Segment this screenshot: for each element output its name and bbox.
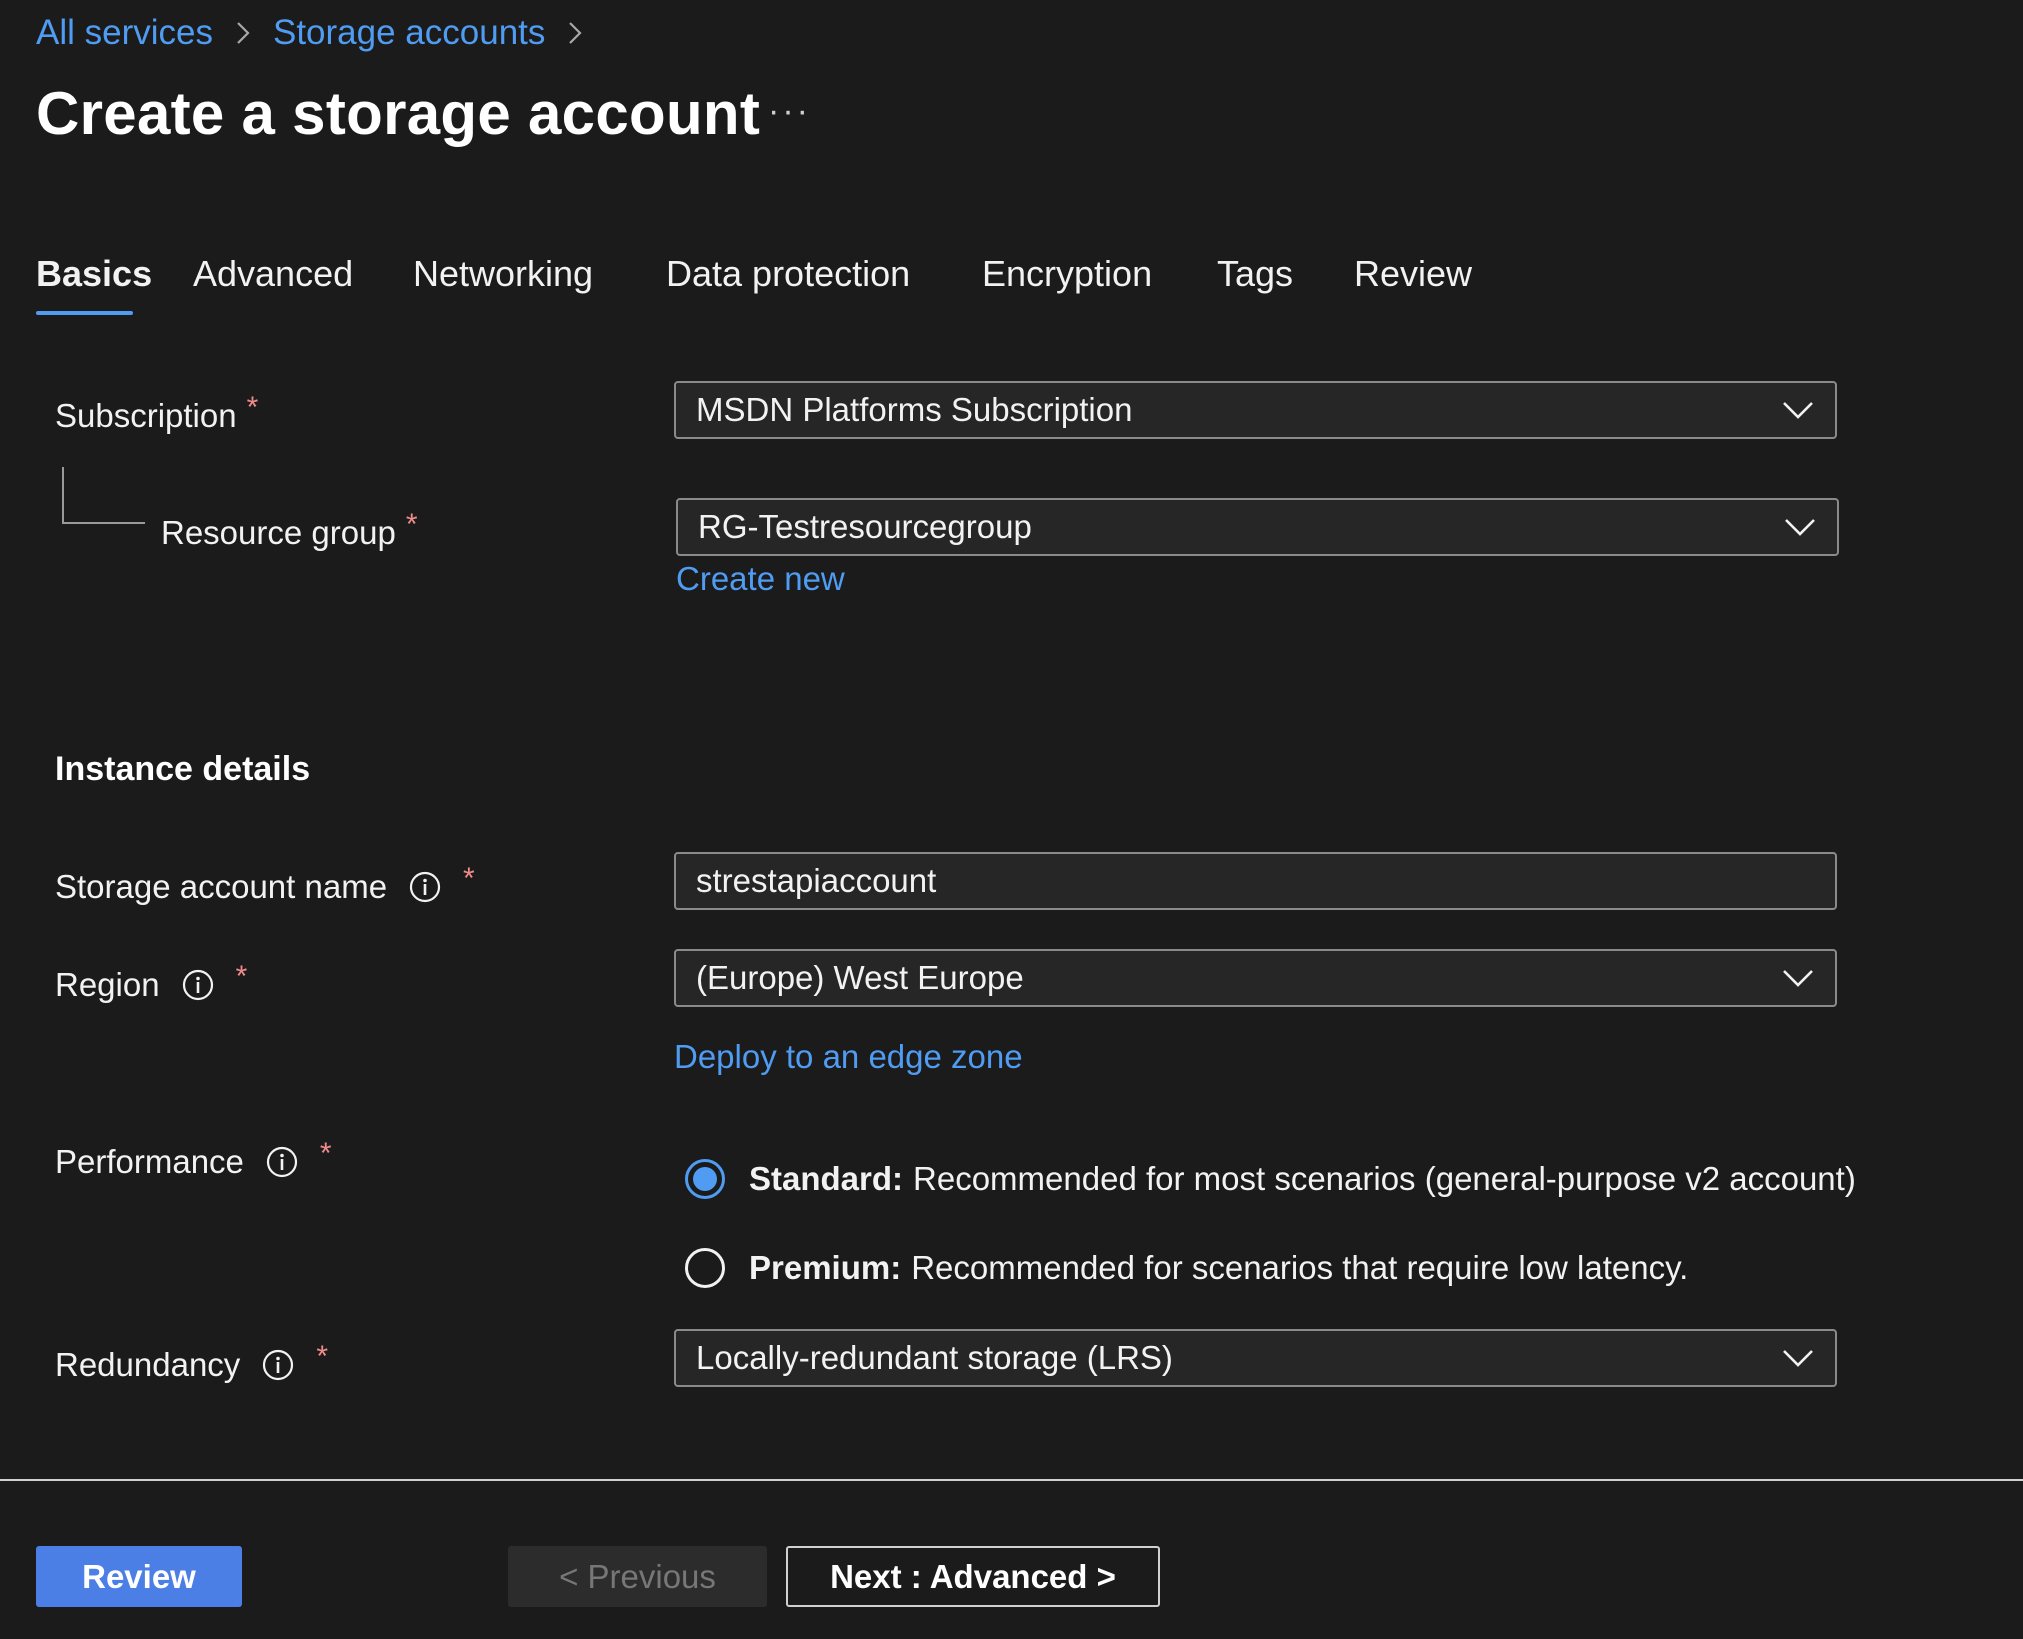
subscription-dropdown[interactable]: MSDN Platforms Subscription bbox=[674, 381, 1837, 439]
tab-data-protection[interactable]: Data protection bbox=[666, 252, 910, 296]
tab-basics[interactable]: Basics bbox=[36, 252, 152, 296]
required-marker: * bbox=[405, 508, 418, 541]
chevron-down-icon bbox=[1783, 517, 1817, 537]
breadcrumb-all-services[interactable]: All services bbox=[36, 13, 213, 53]
required-marker: * bbox=[316, 1340, 328, 1373]
create-new-resource-group-link[interactable]: Create new bbox=[676, 560, 845, 598]
redundancy-dropdown[interactable]: Locally-redundant storage (LRS) bbox=[674, 1329, 1837, 1387]
tab-encryption[interactable]: Encryption bbox=[982, 252, 1152, 296]
tab-review[interactable]: Review bbox=[1354, 252, 1472, 296]
deploy-edge-zone-link[interactable]: Deploy to an edge zone bbox=[674, 1038, 1023, 1076]
storage-account-name-input[interactable]: strestapiaccount bbox=[674, 852, 1837, 910]
active-tab-indicator bbox=[36, 311, 133, 315]
chevron-down-icon bbox=[1781, 968, 1815, 988]
tree-connector bbox=[62, 467, 145, 524]
tab-tags[interactable]: Tags bbox=[1217, 252, 1293, 296]
chevron-down-icon bbox=[1781, 1348, 1815, 1368]
redundancy-label: Redundancy * bbox=[55, 1340, 328, 1385]
more-options-icon[interactable]: ··· bbox=[768, 92, 811, 131]
required-marker: * bbox=[463, 862, 475, 895]
subscription-label: Subscription * bbox=[55, 391, 258, 436]
tab-networking[interactable]: Networking bbox=[413, 252, 593, 296]
info-icon[interactable] bbox=[409, 871, 441, 903]
previous-button[interactable]: < Previous bbox=[508, 1546, 767, 1607]
radio-unchecked[interactable] bbox=[685, 1248, 725, 1288]
chevron-right-icon bbox=[235, 19, 251, 47]
info-icon[interactable] bbox=[262, 1349, 294, 1381]
performance-standard-radio[interactable]: Standard: Recommended for most scenarios… bbox=[685, 1159, 1856, 1199]
footer-divider bbox=[0, 1479, 2023, 1481]
info-icon[interactable] bbox=[266, 1146, 298, 1178]
performance-premium-radio[interactable]: Premium: Recommended for scenarios that … bbox=[685, 1248, 1688, 1288]
region-dropdown[interactable]: (Europe) West Europe bbox=[674, 949, 1837, 1007]
breadcrumb: All services Storage accounts bbox=[36, 10, 605, 56]
required-marker: * bbox=[246, 391, 259, 424]
chevron-down-icon bbox=[1781, 400, 1815, 420]
page-title: Create a storage account bbox=[36, 80, 761, 147]
next-advanced-button[interactable]: Next : Advanced > bbox=[786, 1546, 1160, 1607]
region-label: Region * bbox=[55, 960, 247, 1005]
breadcrumb-storage-accounts[interactable]: Storage accounts bbox=[273, 13, 545, 53]
tab-advanced[interactable]: Advanced bbox=[193, 252, 353, 296]
radio-checked[interactable] bbox=[685, 1159, 725, 1199]
instance-details-heading: Instance details bbox=[55, 750, 311, 788]
resource-group-label: Resource group * bbox=[161, 508, 418, 553]
required-marker: * bbox=[319, 1137, 332, 1170]
chevron-right-icon bbox=[567, 19, 583, 47]
review-button[interactable]: Review bbox=[36, 1546, 242, 1607]
storage-account-name-label: Storage account name * bbox=[55, 862, 475, 907]
required-marker: * bbox=[235, 960, 248, 993]
info-icon[interactable] bbox=[182, 969, 214, 1001]
performance-label: Performance * bbox=[55, 1137, 332, 1182]
resource-group-dropdown[interactable]: RG-Testresourcegroup bbox=[676, 498, 1839, 556]
